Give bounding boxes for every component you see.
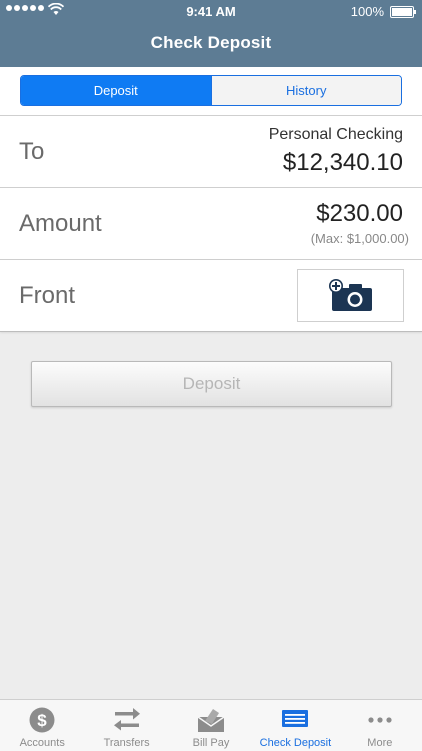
tab-bar: $ Accounts Transfers Bill Pay Check Depo… [0, 699, 422, 751]
segment-bar: Deposit History [0, 67, 422, 116]
front-image-row: Front [0, 260, 422, 332]
transfer-arrows-icon [113, 708, 140, 731]
capture-front-button[interactable] [297, 269, 404, 322]
front-label: Front [19, 282, 76, 309]
amount-label: Amount [19, 210, 102, 237]
more-dots-icon [368, 717, 392, 723]
battery-icon [390, 6, 416, 18]
tab-label: Transfers [103, 737, 150, 749]
status-bar: 9:41 AM 100% [0, 0, 422, 22]
tab-deposit[interactable]: Deposit [21, 76, 211, 105]
bill-pay-icon [197, 709, 225, 732]
add-camera-icon [328, 278, 372, 311]
check-deposit-icon [282, 710, 309, 727]
amount-row[interactable]: Amount $230.00 (Max: $1,000.00) [0, 188, 422, 260]
battery-percent: 100% [350, 4, 384, 19]
to-account-row[interactable]: To Personal Checking $12,340.10 [0, 116, 422, 188]
deposit-button[interactable]: Deposit [31, 361, 392, 407]
page-title: Check Deposit [150, 33, 272, 52]
tab-label: Bill Pay [192, 737, 230, 749]
dollar-circle-icon: $ [29, 707, 55, 733]
tab-more[interactable]: More [338, 700, 422, 751]
to-label: To [19, 138, 45, 165]
amount-max: (Max: $1,000.00) [310, 231, 409, 246]
tab-accounts[interactable]: $ Accounts [0, 700, 84, 751]
tab-label: More [367, 737, 393, 749]
tab-transfers[interactable]: Transfers [84, 700, 168, 751]
account-balance: $12,340.10 [282, 149, 403, 176]
account-name: Personal Checking [268, 126, 403, 143]
tab-history[interactable]: History [210, 76, 401, 105]
tab-bill-pay[interactable]: Bill Pay [169, 700, 253, 751]
tab-label: Check Deposit [259, 737, 332, 749]
app-header: 9:41 AM 100% Check Deposit [0, 0, 422, 67]
svg-text:$: $ [37, 711, 47, 730]
segmented-control: Deposit History [20, 75, 402, 106]
tab-check-deposit[interactable]: Check Deposit [253, 700, 337, 751]
tab-label: Accounts [19, 737, 65, 749]
amount-value: $230.00 [316, 200, 403, 227]
